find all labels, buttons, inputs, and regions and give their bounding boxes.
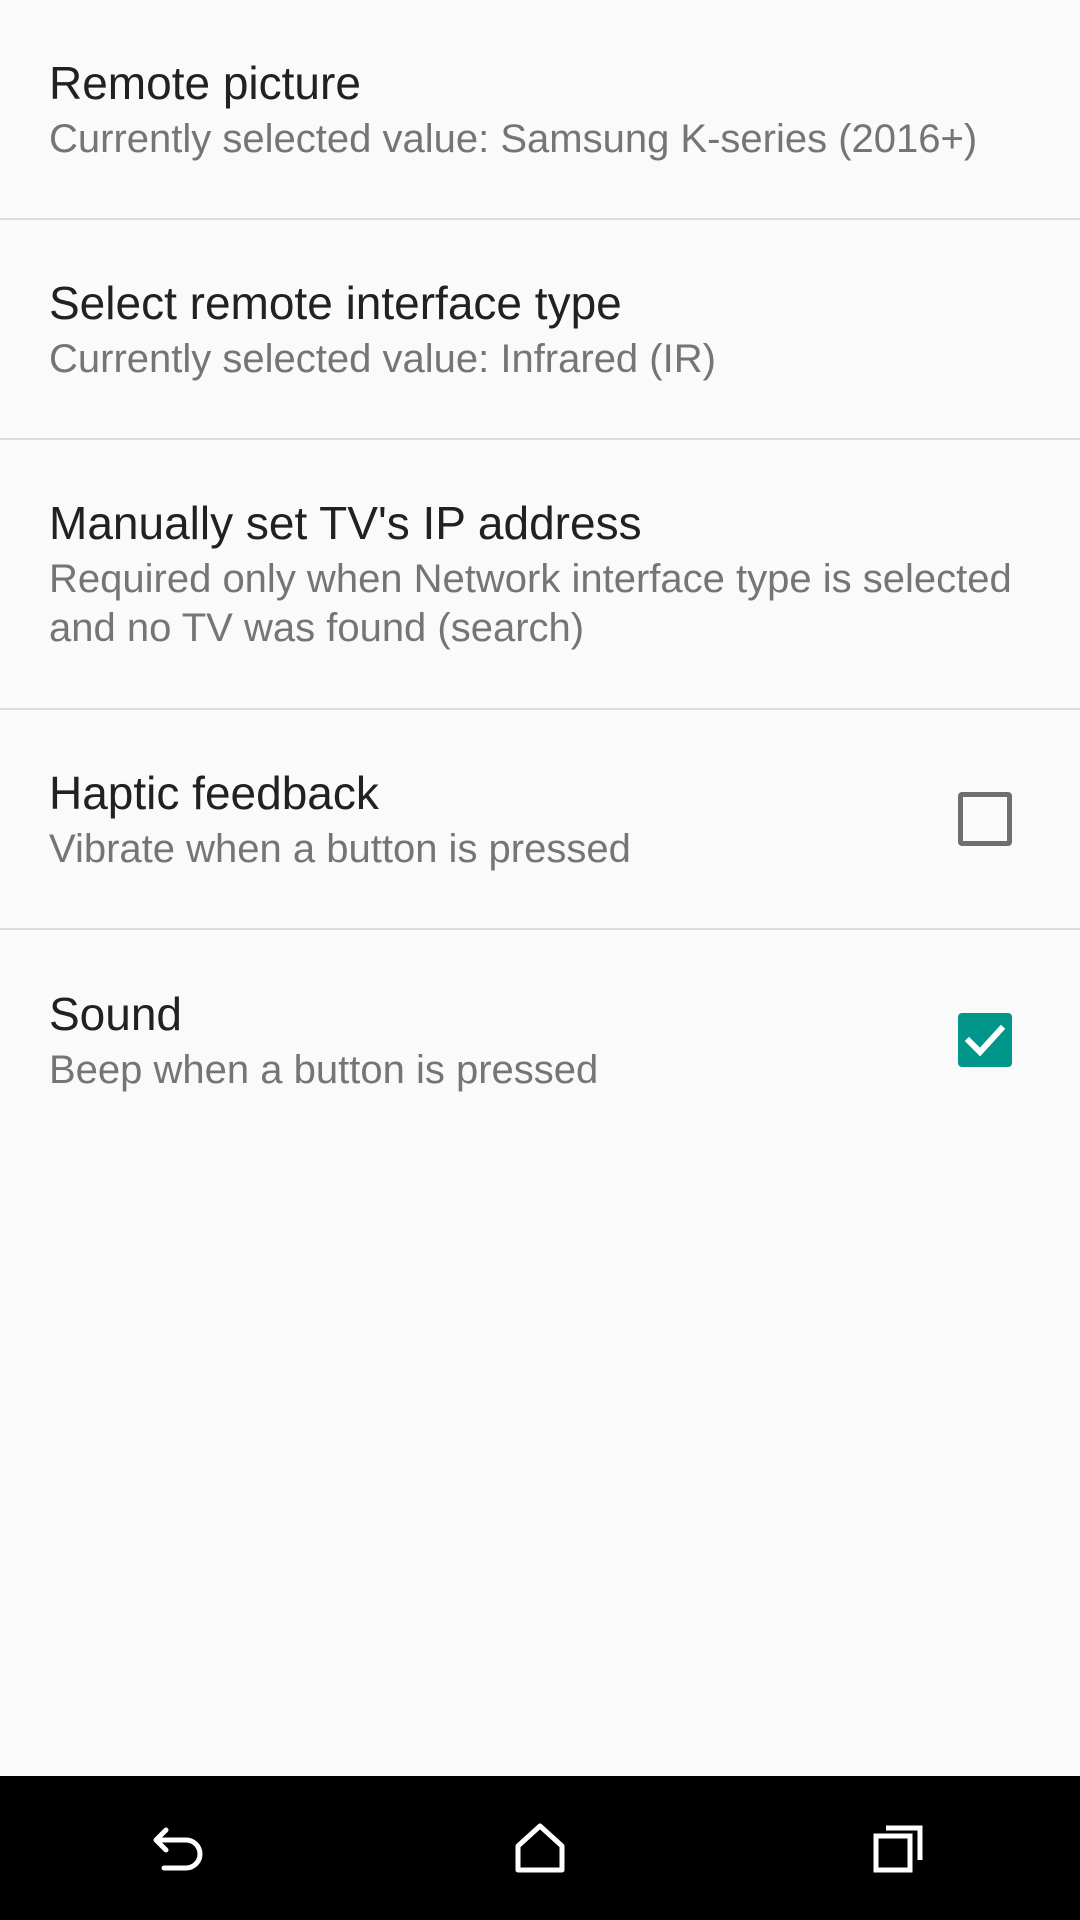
recents-button[interactable] [840,1788,960,1908]
navigation-bar [0,1776,1080,1920]
haptic-feedback-checkbox[interactable] [958,792,1012,846]
back-button[interactable] [120,1788,240,1908]
pref-title: Select remote interface type [49,276,622,329]
pref-title: Haptic feedback [49,766,379,819]
home-icon [515,1823,565,1873]
home-button[interactable] [480,1788,600,1908]
pref-remote-picture[interactable]: Remote picture Currently selected value:… [0,0,1080,220]
pref-summary: Beep when a button is pressed [49,1047,599,1092]
pref-summary: Currently selected value: Samsung K-seri… [49,116,978,161]
pref-title: Manually set TV's IP address [49,497,642,549]
pref-manual-ip-address[interactable]: Manually set TV's IP address Required on… [0,440,1080,710]
settings-list: Remote picture Currently selected value:… [0,0,1080,1150]
pref-sound[interactable]: Sound Beep when a button is pressed [0,930,1080,1150]
pref-summary: Currently selected value: Infrared (IR) [49,336,716,381]
pref-summary: Required only when Network interface typ… [49,557,1012,650]
sound-checkbox[interactable] [958,1013,1012,1067]
pref-remote-interface-type[interactable]: Select remote interface type Currently s… [0,220,1080,440]
pref-title: Remote picture [49,56,361,109]
pref-title: Sound [49,987,183,1040]
pref-haptic-feedback[interactable]: Haptic feedback Vibrate when a button is… [0,710,1080,930]
back-icon [153,1827,203,1871]
recents-icon [873,1825,923,1873]
pref-summary: Vibrate when a button is pressed [49,826,631,871]
checkmark-icon [964,1024,1006,1057]
settings-screen: Remote picture Currently selected value:… [0,0,1080,1920]
